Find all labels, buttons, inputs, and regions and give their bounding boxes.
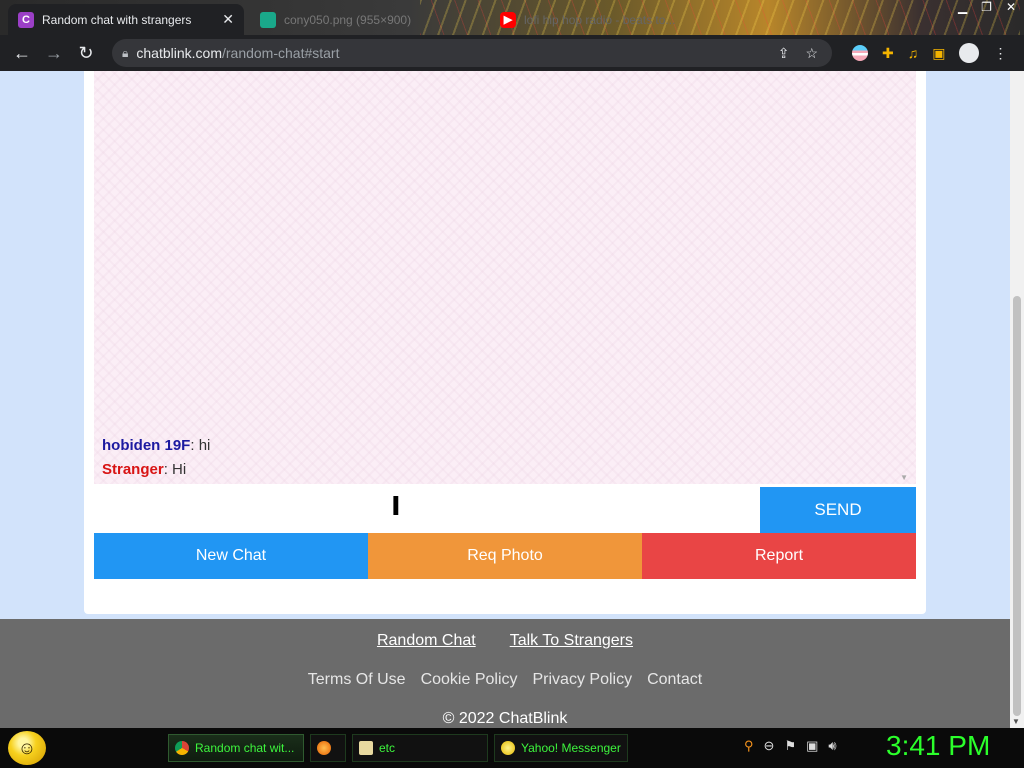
url-path: /random-chat#start [221,45,340,61]
tab-label: cony050.png (955×900) [284,12,412,27]
url-host: chatblink.com [136,45,222,61]
new-chat-button[interactable]: New Chat [94,533,368,579]
forward-arrow-icon[interactable]: → [38,43,70,64]
copyright-text: © 2022 ChatBlink [442,710,568,727]
message-nick-stranger: Stranger [102,461,164,478]
scroll-down-arrow-icon[interactable]: ▼ [1012,717,1020,726]
chat-message: hobiden 19F: hi [102,437,210,454]
message-composer: I SEND [94,487,916,533]
bookmark-star-icon[interactable]: ☆ [805,45,818,62]
tab-label: Random chat with strangers [42,12,192,27]
back-arrow-icon[interactable]: ← [6,43,38,64]
start-smiley-icon[interactable]: ☺ [8,731,46,765]
message-nick-you: hobiden 19F [102,437,191,454]
footer-secondary-links: Terms Of Use Cookie Policy Privacy Polic… [0,671,1010,689]
extension-icons: ✚ ♫ ▣ ⋮ [852,43,1007,63]
extensions-puzzle-icon[interactable]: ✚ [882,45,894,62]
task-yahoo-messenger[interactable]: Yahoo! Messenger [494,734,628,762]
tab-label: lofi hip hop radio - beats to... [524,12,676,27]
send-button[interactable]: SEND [760,487,916,533]
yahoo-messenger-icon [501,741,515,755]
address-bar[interactable]: 🔒︎ chatblink.com /random-chat#start ⇪ ☆ [112,39,832,67]
close-tab-icon[interactable]: ✕ [210,11,234,28]
task-etc[interactable]: etc [352,734,488,762]
browser-tab-strip: C Random chat with strangers ✕ cony050.p… [0,0,1024,35]
search-tray-icon[interactable]: ⚲ [744,738,754,754]
chat-actions: New Chat Req Photo Report [94,533,916,579]
chrome-icon [175,741,189,755]
report-button[interactable]: Report [642,533,916,579]
media-queue-icon[interactable]: ♫ [908,45,919,61]
message-text: Hi [172,461,187,478]
flag-tray-icon[interactable]: ⚑ [784,738,796,754]
message-separator: : [163,461,173,478]
browser-toolbar: ← → ↻ 🔒︎ chatblink.com /random-chat#star… [0,35,1024,71]
reload-icon[interactable]: ↻ [70,43,102,64]
page-scrollbar[interactable]: ▼ [1010,71,1024,728]
system-tray: ⚲ ⊖ ⚑ ▣ 🔊︎ [744,738,837,754]
firefox-icon [317,741,331,755]
tab-random-chat[interactable]: C Random chat with strangers ✕ [8,4,244,35]
share-icon[interactable]: ⇪ [778,45,790,62]
footer-link-terms[interactable]: Terms Of Use [308,671,406,689]
taskbar-clock[interactable]: 3:41 PM [886,730,990,762]
footer-link-random-chat[interactable]: Random Chat [377,632,476,650]
message-input[interactable] [94,487,760,533]
message-separator: : [190,437,199,454]
minimize-icon[interactable]: ▁ [958,0,967,14]
network-tray-icon[interactable]: ▣ [806,738,818,754]
scrollbar-thumb[interactable] [1013,296,1021,716]
close-window-icon[interactable]: ✕ [1006,0,1016,14]
chat-card: hobiden 19F: hi Stranger: Hi ▼ I SEND Ne… [84,71,926,614]
footer-primary-links: Random Chat Talk To Strangers [0,632,1010,650]
task-label: Random chat wit... [195,741,295,755]
task-label: etc [379,741,396,755]
chat-message: Stranger: Hi [102,461,186,478]
page-viewport: hobiden 19F: hi Stranger: Hi ▼ I SEND Ne… [0,71,1010,728]
tab-youtube[interactable]: ▶ lofi hip hop radio - beats to... [490,4,726,35]
folder-icon [359,741,373,755]
volume-icon[interactable]: 🔊︎ [828,738,836,754]
pride-extension-icon[interactable] [852,45,868,61]
lock-icon: 🔒︎ [122,45,129,60]
profile-avatar[interactable] [959,43,980,63]
chatblink-favicon-icon: C [18,11,34,28]
req-photo-button[interactable]: Req Photo [368,533,642,579]
text-cursor-icon: I [391,492,401,522]
tab-image[interactable]: cony050.png (955×900) [250,4,486,35]
chat-scroll-down-icon[interactable]: ▼ [900,473,908,482]
footer-link-cookie-policy[interactable]: Cookie Policy [421,671,518,689]
site-footer: Random Chat Talk To Strangers Terms Of U… [0,619,1010,728]
status-tray-icon[interactable]: ⊖ [764,738,775,754]
footer-link-privacy-policy[interactable]: Privacy Policy [533,671,633,689]
task-label: Yahoo! Messenger [521,741,621,755]
footer-link-talk-to-strangers[interactable]: Talk To Strangers [510,632,633,650]
window-controls: ▁ ❐ ✕ [958,0,1016,14]
youtube-favicon-icon: ▶ [500,11,516,28]
image-favicon-icon [260,11,276,28]
side-panel-icon[interactable]: ▣ [932,45,945,62]
task-chrome[interactable]: Random chat wit... [168,734,304,762]
task-firefox[interactable] [310,734,346,762]
message-text: hi [198,437,211,454]
chat-log[interactable]: hobiden 19F: hi Stranger: Hi ▼ [94,71,916,484]
os-taskbar: ☺ Random chat wit... etc Yahoo! Messenge… [0,728,1024,768]
restore-icon[interactable]: ❐ [981,0,992,14]
menu-kebab-icon[interactable]: ⋮ [993,45,1007,62]
footer-link-contact[interactable]: Contact [647,671,702,689]
